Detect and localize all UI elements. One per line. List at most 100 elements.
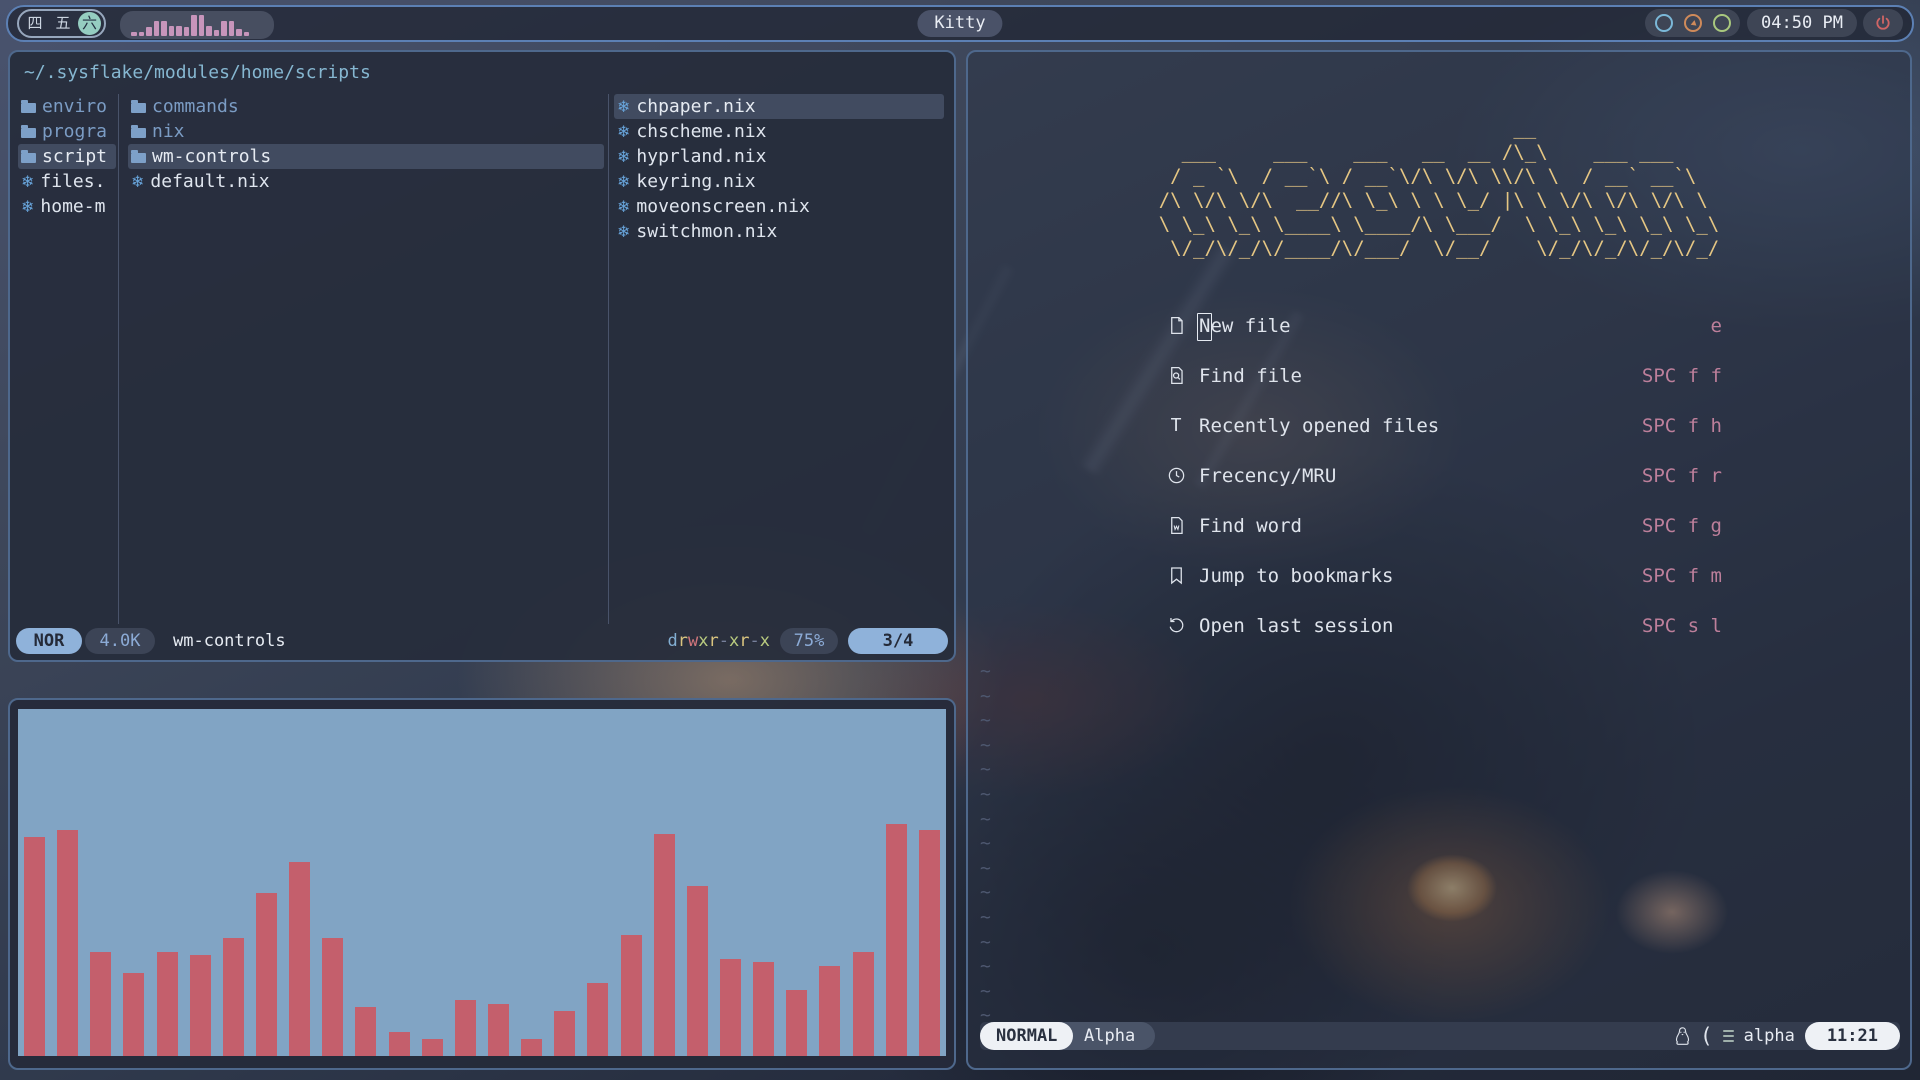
- permission-char: d: [668, 631, 678, 651]
- chart-bar: [720, 959, 741, 1056]
- menu-item-find-file[interactable]: Find fileSPC f f: [1164, 362, 1722, 389]
- file-row[interactable]: ❄moveonscreen.nix: [614, 194, 944, 219]
- file-row[interactable]: ❄home-m: [18, 194, 116, 219]
- chart-bar: [289, 862, 310, 1056]
- chart-bar: [654, 834, 675, 1056]
- active-window-title[interactable]: Kitty: [917, 10, 1002, 37]
- menu-item-label: Open last session: [1199, 615, 1393, 637]
- file-row[interactable]: ❄default.nix: [128, 169, 604, 194]
- file-row[interactable]: script: [18, 144, 116, 169]
- workspace-button[interactable]: 六: [78, 12, 101, 35]
- file-row[interactable]: ❄ switchmon.nix: [614, 219, 944, 244]
- chart-bar: [223, 938, 244, 1056]
- permission-char: x: [760, 631, 770, 651]
- chart-bar: [322, 938, 343, 1056]
- chart-bar: [488, 1004, 509, 1056]
- find-word-icon: [1164, 516, 1188, 535]
- chart-bar: [157, 952, 178, 1056]
- menu-item-shortcut: SPC f g: [1642, 515, 1722, 537]
- visualizer-bar: [131, 32, 137, 37]
- folder-icon: [131, 103, 146, 113]
- cursor-position-badge: 3/4: [848, 628, 948, 654]
- menu-item-shortcut: SPC f m: [1642, 565, 1722, 587]
- find-file-icon: [1164, 366, 1188, 385]
- chart-window[interactable]: [8, 698, 956, 1070]
- chart-bar: [24, 837, 45, 1056]
- file-name: nix: [152, 121, 185, 142]
- mode-badge: NOR: [16, 628, 82, 654]
- visualizer-bar: [169, 26, 175, 37]
- visualizer-bar: [146, 27, 152, 36]
- menu-item-open-last-session[interactable]: Open last sessionSPC s l: [1164, 612, 1722, 639]
- file-name: script: [42, 146, 107, 167]
- chart-bar: [355, 1007, 376, 1056]
- file-manager-window[interactable]: ~/.sysflake/modules/home/scripts envirop…: [8, 50, 956, 662]
- file-name: chpaper.nix: [636, 96, 755, 117]
- power-button[interactable]: [1863, 9, 1903, 37]
- session-icon: [1164, 616, 1188, 635]
- menu-item-label: Jump to bookmarks: [1199, 565, 1393, 587]
- file-manager-statusbar: NOR 4.0K wm-controls drwxr-xr-x 75% 3/4: [16, 628, 948, 654]
- file-row[interactable]: ❄keyring.nix: [614, 169, 944, 194]
- menu-item-frecency-mru[interactable]: Frecency/MRUSPC f r: [1164, 462, 1722, 489]
- file-row[interactable]: progra: [18, 119, 116, 144]
- dashboard-header-art: __ ___ ___ ___ __ __ /\_\ ___ ___ / _ `\…: [968, 116, 1910, 260]
- orange-dial-icon[interactable]: [1684, 14, 1702, 32]
- workspace-button[interactable]: 四: [22, 12, 48, 35]
- file-row[interactable]: ❄hyprland.nix: [614, 144, 944, 169]
- file-name: progra: [42, 121, 107, 142]
- menu-item-shortcut: SPC f h: [1642, 415, 1722, 437]
- visualizer-bar: [161, 21, 167, 36]
- visualizer-bar: [221, 21, 227, 36]
- chart-bar: [687, 886, 708, 1056]
- neovim-statusline: Alpha NORMAL ( alpha 11:21: [980, 1022, 1900, 1050]
- blue-ring-icon[interactable]: [1655, 14, 1673, 32]
- menu-item-new-file[interactable]: New filee: [1164, 312, 1722, 339]
- audio-visualizer: [120, 11, 274, 39]
- chart-bar: [190, 955, 211, 1056]
- workspace-button[interactable]: 五: [50, 12, 76, 35]
- file-row[interactable]: commands: [128, 94, 604, 119]
- visualizer-bar: [184, 27, 190, 36]
- file-permissions: drwxr-xr-x: [668, 631, 771, 651]
- power-icon: [1874, 14, 1892, 32]
- file-row[interactable]: wm-controls: [128, 144, 604, 169]
- file-row[interactable]: ❄chscheme.nix: [614, 119, 944, 144]
- permission-char: w: [688, 631, 698, 651]
- workspace-pill: 四五六: [17, 9, 106, 38]
- plugin-segment: Alpha NORMAL: [980, 1022, 1155, 1050]
- chart-bar: [919, 830, 940, 1056]
- chart-bar: [57, 830, 78, 1056]
- chart-bar: [819, 966, 840, 1056]
- visualizer-bar: [236, 29, 242, 37]
- file-name: chscheme.nix: [636, 121, 766, 142]
- folder-icon: [21, 103, 36, 113]
- nix-snowflake-icon: ❄: [617, 224, 630, 240]
- permission-char: r: [709, 631, 719, 651]
- nix-snowflake-icon: ❄: [21, 174, 34, 190]
- chart-bar: [587, 983, 608, 1056]
- green-ring-icon[interactable]: [1713, 14, 1731, 32]
- clock[interactable]: 04:50 PM: [1747, 9, 1857, 37]
- file-row[interactable]: enviro: [18, 94, 116, 119]
- chart-bar: [753, 962, 774, 1056]
- menu-item-find-word[interactable]: Find wordSPC f g: [1164, 512, 1722, 539]
- nix-snowflake-icon: ❄: [131, 174, 144, 190]
- neovim-window[interactable]: __ ___ ___ ___ __ __ /\_\ ___ ___ / _ `\…: [966, 50, 1912, 1070]
- nix-snowflake-icon: ❄: [21, 199, 34, 215]
- menu-item-shortcut: e: [1711, 315, 1722, 337]
- visualizer-bar: [244, 32, 250, 37]
- chart-bar: [554, 1011, 575, 1056]
- file-name: wm-controls: [152, 146, 271, 167]
- file-name: hyprland.nix: [636, 146, 766, 167]
- file-row[interactable]: ❄files.: [18, 169, 116, 194]
- menu-item-recently-opened-files[interactable]: TRecently opened filesSPC f h: [1164, 412, 1722, 439]
- visualizer-bar: [176, 26, 182, 37]
- file-name: enviro: [42, 96, 107, 117]
- file-name: switchmon.nix: [636, 221, 777, 242]
- chart-bar: [621, 935, 642, 1056]
- file-row[interactable]: nix: [128, 119, 604, 144]
- menu-item-jump-to-bookmarks[interactable]: Jump to bookmarks SPC f m: [1164, 562, 1722, 589]
- file-name: commands: [152, 96, 239, 117]
- file-row[interactable]: ❄chpaper.nix: [614, 94, 944, 119]
